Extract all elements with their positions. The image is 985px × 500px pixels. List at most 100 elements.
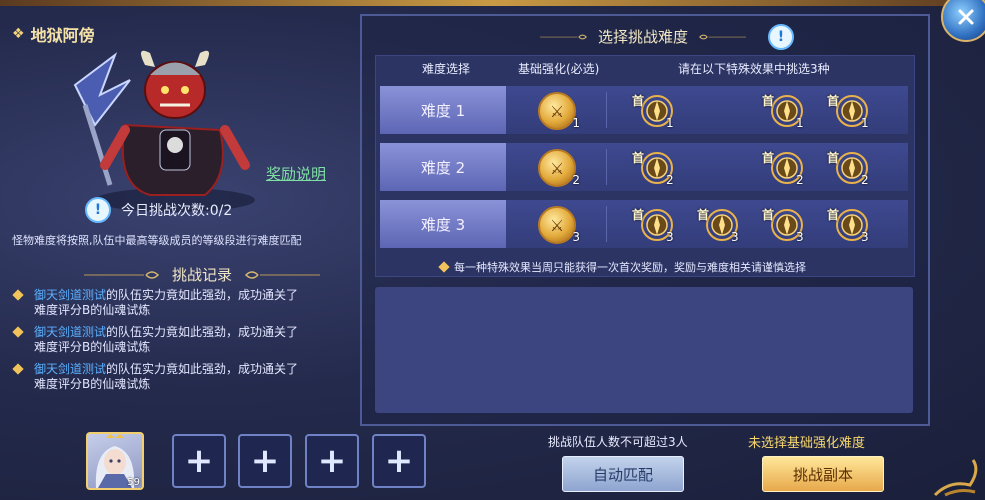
today-count-label: 今日挑战次数:0/2 (121, 203, 233, 219)
first-reward-mark: 首 (762, 208, 775, 222)
boss-title: ❖ 地狱阿傍 (12, 22, 95, 46)
base-enhance-token[interactable]: ⚔ 2 (538, 149, 580, 187)
boss-name: 地狱阿傍 (30, 26, 95, 45)
notice-text: 每一种特殊效果当周只能获得一次首次奖励，奖励与难度相关请谨慎选择 (454, 261, 806, 274)
difficulty-info-icon[interactable]: ! (768, 24, 794, 50)
difficulty-header: 选择挑战难度 (540, 26, 747, 47)
first-reward-mark: 首 (762, 151, 775, 165)
effect-level: 1 (796, 116, 804, 130)
effect-level: 3 (796, 230, 804, 244)
special-effect-token[interactable]: 首1 (827, 92, 871, 132)
member-level: 59 (127, 477, 140, 488)
ornament-right-icon (244, 270, 321, 279)
diamond-bullet-icon (12, 289, 24, 301)
add-member-slot[interactable]: + (238, 434, 292, 488)
diamond-bullet-icon (12, 326, 24, 338)
difficulty-option[interactable]: 难度 2 (380, 143, 506, 191)
record-item: 御天剑道测试的队伍实力竟如此强劲，成功通关了 难度评分B的仙魂试炼 (12, 325, 342, 355)
challenge-dungeon-button[interactable]: 挑战副本 (762, 456, 884, 492)
boss-portrait (73, 50, 255, 212)
record-item: 御天剑道测试的队伍实力竟如此强劲，成功通关了 难度评分B的仙魂试炼 (12, 362, 342, 392)
diamond-bullet-icon (438, 261, 450, 273)
plus-icon: + (184, 441, 214, 481)
record-player-name[interactable]: 御天剑道测试 (34, 362, 106, 376)
token-level: 2 (572, 173, 580, 187)
add-member-slot[interactable]: + (372, 434, 426, 488)
difficulty-title: 选择挑战难度 (598, 28, 689, 46)
reward-info-link[interactable]: 奖励说明 (266, 163, 326, 184)
first-reward-mark: 首 (632, 94, 645, 108)
divider (606, 92, 607, 128)
token-level: 3 (572, 230, 580, 244)
effect-level: 3 (731, 230, 739, 244)
special-effect-token[interactable]: 首3 (762, 206, 806, 246)
special-effect-token[interactable]: 首3 (632, 206, 676, 246)
close-button[interactable] (941, 0, 985, 42)
difficulty-option[interactable]: 难度 1 (380, 86, 506, 134)
cloud-ornament-icon (933, 459, 978, 497)
close-icon (958, 9, 974, 25)
first-reward-mark: 首 (632, 208, 645, 222)
record-item: 御天剑道测试的队伍实力竟如此强劲，成功通关了 难度评分B的仙魂试炼 (12, 288, 342, 318)
record-player-name[interactable]: 御天剑道测试 (34, 288, 106, 302)
record-player-name[interactable]: 御天剑道测试 (34, 325, 106, 339)
diamond-icon: ❖ (12, 26, 25, 42)
col-header-special: 请在以下特殊效果中挑选3种 (678, 62, 830, 76)
challenge-count: ! 今日挑战次数:0/2 (85, 197, 232, 223)
special-effect-token[interactable]: 首1 (762, 92, 806, 132)
record-text-line1: 的队伍实力竟如此强劲，成功通关了 (106, 362, 299, 376)
special-effect-token[interactable]: 首3 (827, 206, 871, 246)
top-border (0, 0, 985, 6)
records-header: 挑战记录 (84, 264, 321, 285)
no-base-warning: 未选择基础强化难度 (748, 436, 866, 451)
ornament-left-icon (540, 34, 587, 39)
token-level: 1 (572, 116, 580, 130)
team-limit-text: 挑战队伍人数不可超过3人 (548, 435, 688, 449)
effect-description-panel (375, 287, 913, 413)
record-text-line1: 的队伍实力竟如此强劲，成功通关了 (106, 288, 299, 302)
records-list: 御天剑道测试的队伍实力竟如此强劲，成功通关了 难度评分B的仙魂试炼 御天剑道测试… (12, 288, 342, 399)
first-reward-notice: 每一种特殊效果当周只能获得一次首次奖励，奖励与难度相关请谨慎选择 (438, 259, 806, 275)
first-reward-mark: 首 (762, 94, 775, 108)
ornament-left-icon (84, 270, 160, 279)
special-effect-token[interactable]: 首2 (762, 149, 806, 189)
effect-level: 1 (861, 116, 869, 130)
special-effect-token[interactable]: 首2 (632, 149, 676, 189)
ornament-right-icon (699, 34, 747, 39)
divider (606, 149, 607, 185)
base-enhance-token[interactable]: ⚔ 1 (538, 92, 580, 130)
divider (606, 206, 607, 242)
first-reward-mark: 首 (827, 208, 840, 222)
difficulty-label: 难度 1 (420, 101, 466, 120)
records-title: 挑战记录 (172, 266, 233, 284)
add-member-slot[interactable]: + (172, 434, 226, 488)
difficulty-option[interactable]: 难度 3 (380, 200, 506, 248)
record-text-line2: 难度评分B的仙魂试炼 (34, 303, 151, 317)
diamond-bullet-icon (12, 363, 24, 375)
record-text-line2: 难度评分B的仙魂试炼 (34, 377, 151, 391)
effect-level: 3 (666, 230, 674, 244)
plus-icon: + (384, 441, 414, 481)
effect-level: 2 (666, 173, 674, 187)
effect-level: 3 (861, 230, 869, 244)
first-reward-mark: 首 (632, 151, 645, 165)
plus-icon: + (250, 441, 280, 481)
auto-match-button[interactable]: 自动匹配 (562, 456, 684, 492)
add-member-slot[interactable]: + (305, 434, 359, 488)
first-reward-mark: 首 (827, 94, 840, 108)
difficulty-label: 难度 3 (420, 215, 466, 234)
plus-icon: + (317, 441, 347, 481)
special-effect-token[interactable]: 首1 (632, 92, 676, 132)
record-text-line1: 的队伍实力竟如此强劲，成功通关了 (106, 325, 299, 339)
base-enhance-token[interactable]: ⚔ 3 (538, 206, 580, 244)
col-header-base: 基础强化(必选) (518, 62, 600, 76)
effect-level: 2 (861, 173, 869, 187)
special-effect-token[interactable]: 首3 (697, 206, 741, 246)
info-icon[interactable]: ! (85, 197, 111, 223)
difficulty-label: 难度 2 (420, 158, 466, 177)
special-effect-token[interactable]: 首2 (827, 149, 871, 189)
col-header-difficulty: 难度选择 (422, 62, 471, 76)
effect-level: 2 (796, 173, 804, 187)
first-reward-mark: 首 (827, 151, 840, 165)
team-member-avatar[interactable]: 59 (86, 432, 144, 490)
